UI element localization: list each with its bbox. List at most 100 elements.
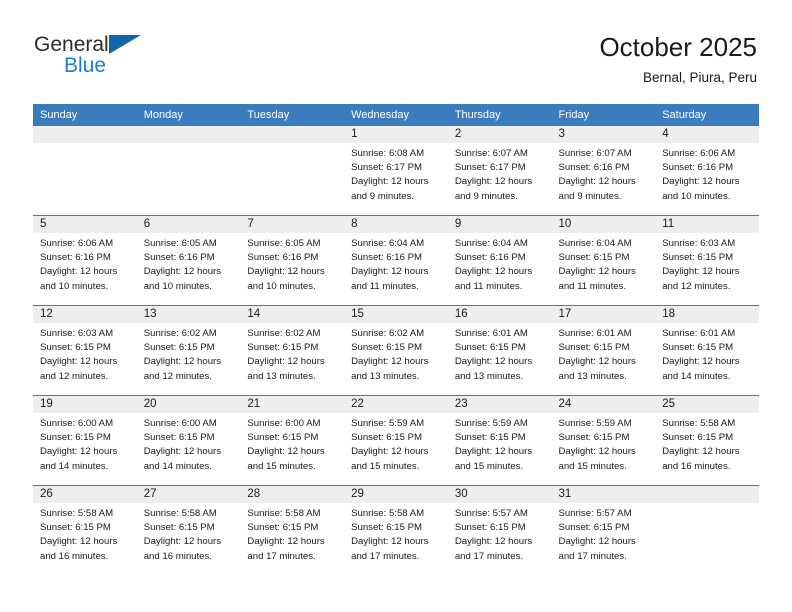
sunset-text: Sunset: 6:17 PM	[454, 162, 526, 174]
sunrise-text: Sunrise: 5:59 AM	[351, 418, 425, 429]
calendar-week-row: 5 Sunrise: 6:06 AM Sunset: 6:16 PM Daylight…	[33, 215, 759, 306]
calendar-day-cell[interactable]: 7 Sunrise: 6:05 AM Sunset: 6:16 PM Daylight…	[240, 215, 345, 306]
sunrise-text: Sunrise: 6:01 AM	[454, 328, 528, 339]
daylight-text-line2: and 11 minutes.	[558, 280, 627, 292]
calendar-day-cell[interactable]: 12 Sunrise: 6:03 AM Sunset: 6:15 PM Dayligh…	[33, 305, 137, 396]
daylight-text-line2: and 17 minutes.	[454, 550, 524, 562]
day-number: 2	[447, 126, 552, 143]
calendar-day-cell[interactable]: 29 Sunrise: 5:58 AM Sunset: 6:15 PM Dayligh…	[344, 485, 448, 575]
day-number: 7	[240, 216, 345, 233]
sunrise-text: Sunrise: 6:00 AM	[40, 418, 114, 429]
calendar-day-cell[interactable]: 24 Sunrise: 5:59 AM Sunset: 6:15 PM Dayligh…	[551, 395, 656, 486]
daylight-text-line1: Daylight: 12 hours	[351, 356, 429, 368]
calendar-day-cell[interactable]: 6 Sunrise: 6:05 AM Sunset: 6:16 PM Daylight…	[136, 215, 241, 306]
daylight-text-line1: Daylight: 12 hours	[558, 176, 636, 188]
calendar-day-cell[interactable]: 10 Sunrise: 6:04 AM Sunset: 6:15 PM Dayligh…	[551, 215, 656, 306]
sunset-text: Sunset: 6:15 PM	[662, 252, 734, 264]
calendar-day-cell[interactable]: 28 Sunrise: 5:58 AM Sunset: 6:15 PM Dayligh…	[240, 485, 345, 575]
calendar-day-cell[interactable]: 26 Sunrise: 5:58 AM Sunset: 6:15 PM Dayligh…	[33, 485, 137, 575]
daylight-text-line2: and 14 minutes.	[662, 370, 731, 382]
calendar-day-cell[interactable]: 15 Sunrise: 6:02 AM Sunset: 6:15 PM Dayligh…	[344, 305, 448, 396]
daylight-text-line2: and 16 minutes.	[143, 550, 212, 562]
day-number: 18	[655, 306, 759, 323]
calendar-day-cell[interactable]: 18 Sunrise: 6:01 AM Sunset: 6:15 PM Dayligh…	[655, 305, 759, 396]
sunrise-text: Sunrise: 6:06 AM	[662, 148, 736, 159]
calendar-day-cell[interactable]: 14 Sunrise: 6:02 AM Sunset: 6:15 PM Dayligh…	[240, 305, 345, 396]
calendar-day-cell[interactable]: 31 Sunrise: 5:57 AM Sunset: 6:15 PM Dayligh…	[551, 485, 656, 575]
day-number: 15	[344, 306, 448, 323]
daylight-text-line2: and 17 minutes.	[351, 550, 420, 562]
daylight-text-line2: and 13 minutes.	[558, 370, 627, 382]
daylight-text-line1: Daylight: 12 hours	[662, 356, 740, 368]
sunrise-text: Sunrise: 6:05 AM	[143, 238, 217, 249]
daylight-text-line1: Daylight: 12 hours	[558, 356, 636, 368]
weekday-header-wednesday: Wednesday	[344, 104, 448, 126]
calendar-day-cell[interactable]: 4 Sunrise: 6:06 AM Sunset: 6:16 PM Daylight…	[655, 126, 759, 216]
day-details: Sunrise: 6:04 AM Sunset: 6:15 PM Daylight:…	[552, 233, 656, 294]
daylight-text-line2: and 17 minutes.	[558, 550, 627, 562]
logo-text-blue: Blue	[64, 54, 107, 77]
daylight-text-line1: Daylight: 12 hours	[558, 446, 636, 458]
sunrise-text: Sunrise: 5:58 AM	[143, 508, 217, 519]
calendar-day-cell[interactable]: 25 Sunrise: 5:58 AM Sunset: 6:15 PM Dayligh…	[655, 395, 759, 486]
day-number: 11	[655, 216, 759, 233]
calendar-day-cell[interactable]: 2 Sunrise: 6:07 AM Sunset: 6:17 PM Daylight…	[447, 126, 552, 216]
sunset-text: Sunset: 6:15 PM	[662, 342, 734, 354]
daylight-text-line2: and 15 minutes.	[454, 460, 524, 472]
sunset-text: Sunset: 6:15 PM	[40, 432, 111, 444]
calendar-day-cell[interactable]: 16 Sunrise: 6:01 AM Sunset: 6:15 PM Dayligh…	[447, 305, 552, 396]
calendar-day-cell[interactable]: 3 Sunrise: 6:07 AM Sunset: 6:16 PM Daylight…	[551, 126, 656, 216]
calendar-day-cell[interactable]: 30 Sunrise: 5:57 AM Sunset: 6:15 PM Dayligh…	[447, 485, 552, 575]
sunset-text: Sunset: 6:15 PM	[40, 522, 111, 534]
calendar-cell-empty	[136, 126, 241, 216]
calendar-day-cell[interactable]: 1 Sunrise: 6:08 AM Sunset: 6:17 PM Daylight…	[344, 126, 448, 216]
daylight-text-line1: Daylight: 12 hours	[40, 536, 118, 548]
sunrise-text: Sunrise: 6:04 AM	[454, 238, 528, 249]
calendar-day-cell[interactable]: 19 Sunrise: 6:00 AM Sunset: 6:15 PM Dayligh…	[33, 395, 137, 486]
sunset-text: Sunset: 6:15 PM	[558, 342, 630, 354]
calendar-day-cell[interactable]: 23 Sunrise: 5:59 AM Sunset: 6:15 PM Dayligh…	[447, 395, 552, 486]
daylight-text-line2: and 12 minutes.	[662, 280, 731, 292]
day-number: 29	[344, 486, 448, 503]
sunset-text: Sunset: 6:16 PM	[558, 162, 630, 174]
calendar-day-cell[interactable]: 9 Sunrise: 6:04 AM Sunset: 6:16 PM Daylight…	[447, 215, 552, 306]
calendar-day-cell[interactable]: 5 Sunrise: 6:06 AM Sunset: 6:16 PM Daylight…	[33, 215, 137, 306]
sunset-text: Sunset: 6:15 PM	[247, 342, 319, 354]
day-details: Sunrise: 6:00 AM Sunset: 6:15 PM Daylight:…	[33, 413, 137, 474]
day-number: 10	[551, 216, 656, 233]
daylight-text-line1: Daylight: 12 hours	[143, 356, 222, 368]
calendar-day-cell[interactable]: 17 Sunrise: 6:01 AM Sunset: 6:15 PM Dayligh…	[551, 305, 656, 396]
day-number: 30	[447, 486, 552, 503]
sunrise-text: Sunrise: 5:58 AM	[351, 508, 425, 519]
calendar-day-cell[interactable]: 20 Sunrise: 6:00 AM Sunset: 6:15 PM Dayligh…	[136, 395, 241, 486]
day-number: 17	[551, 306, 656, 323]
sunset-text: Sunset: 6:15 PM	[662, 432, 734, 444]
daylight-text-line2: and 14 minutes.	[143, 460, 212, 472]
daylight-text-line2: and 9 minutes.	[351, 190, 415, 202]
day-details: Sunrise: 6:03 AM Sunset: 6:15 PM Daylight:…	[655, 233, 759, 294]
daylight-text-line1: Daylight: 12 hours	[247, 266, 325, 278]
day-number: 13	[136, 306, 241, 323]
calendar-day-cell[interactable]: 22 Sunrise: 5:59 AM Sunset: 6:15 PM Dayligh…	[344, 395, 448, 486]
daylight-text-line2: and 13 minutes.	[351, 370, 420, 382]
calendar-day-cell[interactable]: 8 Sunrise: 6:04 AM Sunset: 6:16 PM Daylight…	[344, 215, 448, 306]
calendar-day-cell[interactable]: 27 Sunrise: 5:58 AM Sunset: 6:15 PM Dayligh…	[136, 485, 241, 575]
calendar-day-cell[interactable]: 13 Sunrise: 6:02 AM Sunset: 6:15 PM Dayligh…	[136, 305, 241, 396]
day-details: Sunrise: 5:58 AM Sunset: 6:15 PM Daylight:…	[33, 503, 137, 564]
day-details: Sunrise: 5:59 AM Sunset: 6:15 PM Daylight:…	[552, 413, 656, 474]
day-number: 25	[655, 396, 759, 413]
calendar-day-cell[interactable]: 21 Sunrise: 6:00 AM Sunset: 6:15 PM Dayligh…	[240, 395, 345, 486]
page-title: October 2025	[599, 32, 757, 62]
day-number: 24	[551, 396, 656, 413]
day-details: Sunrise: 5:58 AM Sunset: 6:15 PM Daylight:…	[137, 503, 241, 564]
daylight-text-line1: Daylight: 12 hours	[351, 266, 429, 278]
day-details: Sunrise: 5:59 AM Sunset: 6:15 PM Daylight:…	[344, 413, 448, 474]
daylight-text-line1: Daylight: 12 hours	[351, 446, 429, 458]
weekday-header-sunday: Sunday	[33, 104, 137, 126]
sunset-text: Sunset: 6:15 PM	[40, 342, 111, 354]
sunrise-text: Sunrise: 6:04 AM	[558, 238, 632, 249]
calendar-day-cell[interactable]: 11 Sunrise: 6:03 AM Sunset: 6:15 PM Dayligh…	[655, 215, 759, 306]
day-number	[655, 486, 759, 503]
weekday-header-saturday: Saturday	[655, 104, 759, 126]
sunrise-text: Sunrise: 6:07 AM	[558, 148, 632, 159]
